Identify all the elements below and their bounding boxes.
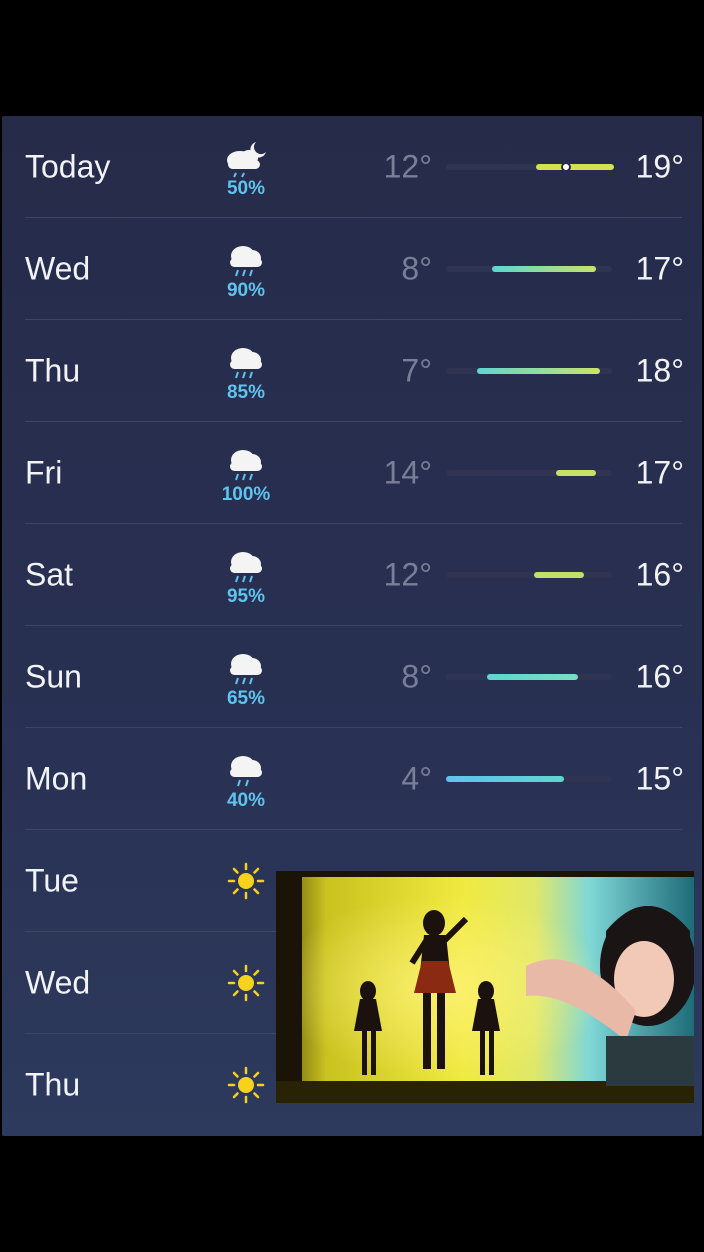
temperature-range-bar [446, 162, 614, 172]
precipitation-chance: 95% [226, 586, 266, 607]
picture-in-picture-video[interactable] [276, 871, 694, 1103]
sun-icon [226, 963, 266, 1003]
high-temperature: 16° [635, 658, 684, 695]
cloud-rain-icon: 95% [216, 542, 276, 612]
temperature-range-bar [446, 776, 612, 782]
forecast-row-thu[interactable]: Thu 85% 7° 18° [2, 320, 702, 422]
low-temperature: 12° [383, 148, 432, 185]
forecast-row-fri[interactable]: Fri 100% 14° 17° [2, 422, 702, 524]
high-temperature: 17° [635, 454, 684, 491]
cloud-rain-icon: 100% [216, 440, 276, 510]
current-temperature-dot [561, 162, 571, 172]
temperature-range-bar [446, 674, 612, 680]
precipitation-chance: 50% [226, 178, 266, 199]
precipitation-chance: 65% [226, 688, 266, 709]
day-label: Sun [25, 658, 82, 695]
low-temperature: 12° [383, 556, 432, 593]
cloud-moon-rain-icon: 50% [216, 134, 276, 204]
day-label: Wed [25, 964, 91, 1001]
high-temperature: 17° [635, 250, 684, 287]
low-temperature: 7° [401, 352, 432, 389]
day-label: Mon [25, 760, 88, 797]
low-temperature: 8° [401, 250, 432, 287]
high-temperature: 15° [635, 760, 684, 797]
forecast-row-wed[interactable]: Wed 90% 8° 17° [2, 218, 702, 320]
precipitation-chance: 90% [226, 280, 266, 301]
cloud-rain-icon: 90% [216, 236, 276, 306]
day-label: Thu [25, 1066, 81, 1103]
day-label: Wed [25, 250, 91, 287]
precipitation-chance: 40% [226, 790, 266, 811]
cloud-rain-icon: 85% [216, 338, 276, 408]
precipitation-chance: 100% [221, 484, 271, 505]
precipitation-chance: 85% [226, 382, 266, 403]
day-label: Fri [25, 454, 63, 491]
day-label: Today [25, 148, 111, 185]
cloud-rain-icon: 65% [216, 644, 276, 714]
temperature-range-bar [446, 572, 612, 578]
high-temperature: 19° [635, 148, 684, 185]
cloud-rain-icon: 40% [216, 746, 276, 816]
day-label: Thu [25, 352, 81, 389]
day-label: Sat [25, 556, 74, 593]
low-temperature: 4° [401, 760, 432, 797]
forecast-row-sat[interactable]: Sat 95% 12° 16° [2, 524, 702, 626]
temperature-range-bar [446, 266, 612, 272]
temperature-range-bar [446, 470, 612, 476]
low-temperature: 14° [383, 454, 432, 491]
high-temperature: 16° [635, 556, 684, 593]
day-label: Tue [25, 862, 79, 899]
low-temperature: 8° [401, 658, 432, 695]
sun-icon [226, 861, 266, 901]
sun-icon [226, 1065, 266, 1105]
forecast-row-sun[interactable]: Sun 65% 8° 16° [2, 626, 702, 728]
temperature-range-bar [446, 368, 612, 374]
high-temperature: 18° [635, 352, 684, 389]
forecast-row-today[interactable]: Today 50% 12° 19° [2, 116, 702, 218]
forecast-row-mon[interactable]: Mon 40% 4° 15° [2, 728, 702, 830]
